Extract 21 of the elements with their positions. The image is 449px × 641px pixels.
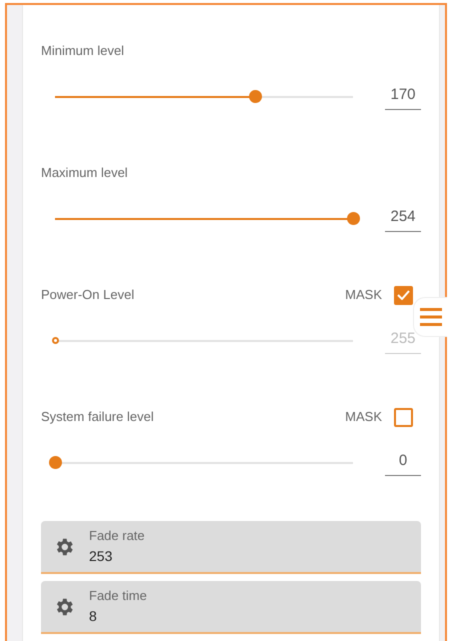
setting-label: Fade time (89, 587, 147, 606)
value-field[interactable]: 0 (385, 450, 421, 476)
menu-button[interactable] (413, 297, 447, 337)
field-label: Maximum level (41, 164, 128, 182)
field-label: System failure level (41, 408, 154, 426)
value-field[interactable]: 254 (385, 206, 421, 232)
mask-label: MASK (345, 408, 382, 426)
slider-thumb[interactable] (248, 90, 262, 103)
mask-label: MASK (345, 286, 382, 304)
value-field[interactable]: 170 (385, 84, 421, 110)
field-label: Minimum level (41, 42, 124, 60)
setting-value: 8 (89, 606, 98, 626)
slider-thumb[interactable] (49, 456, 62, 469)
setting-field[interactable]: Fade time 8 (41, 581, 421, 634)
menu-icon (420, 307, 442, 327)
field-label: Power-On Level (41, 286, 134, 304)
mask-checkbox[interactable] (394, 408, 413, 426)
setting-label: Fade rate (89, 527, 145, 546)
setting-field[interactable]: Fade rate 253 (41, 521, 421, 574)
slider-thumb[interactable] (347, 212, 360, 225)
setting-value: 253 (89, 546, 114, 566)
